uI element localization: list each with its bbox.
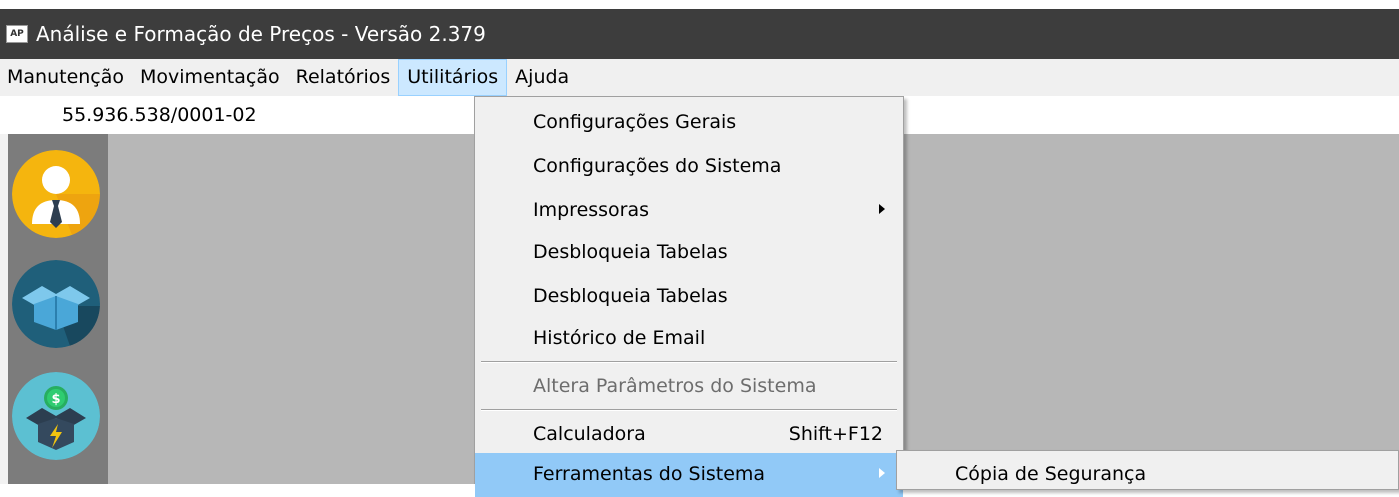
shortcut-label: Shift+F12 [788, 423, 883, 445]
menu-manutencao[interactable]: Manutenção [0, 59, 132, 96]
utilitarios-dropdown: Configurações Gerais Configurações do Si… [474, 96, 904, 497]
menu-relatorios[interactable]: Relatórios [288, 59, 399, 96]
window-title: Análise e Formação de Preços - Versão 2.… [36, 22, 486, 46]
ferramentas-submenu: Cópia de Segurança [896, 450, 1399, 490]
box-icon[interactable] [12, 260, 100, 348]
menu-item-altera-parametros: Altera Parâmetros do Sistema [533, 375, 817, 397]
svg-text:$: $ [51, 392, 60, 407]
title-bar: AP Análise e Formação de Preços - Versão… [0, 9, 1399, 59]
sidebar: $ [8, 134, 108, 484]
menu-item-copia-seguranca[interactable]: Cópia de Segurança [955, 463, 1146, 485]
menu-item-calculadora[interactable]: Calculadora Shift+F12 [475, 413, 903, 457]
submenu-arrow-icon [879, 468, 885, 478]
user-icon[interactable] [12, 150, 100, 238]
menu-item-configuracoes-gerais[interactable]: Configurações Gerais [475, 101, 903, 145]
left-border [0, 134, 8, 484]
menu-item-desbloqueia-tabelas[interactable]: Desbloqueia Tabelas [475, 231, 903, 275]
money-box-icon[interactable]: $ [12, 372, 100, 460]
menu-ajuda[interactable]: Ajuda [507, 59, 577, 96]
app-icon: AP [6, 25, 28, 43]
menu-movimentacao[interactable]: Movimentação [132, 59, 288, 96]
menu-item-impressoras[interactable]: Impressoras [475, 189, 903, 233]
menu-bar: Manutenção Movimentação Relatórios Utili… [0, 59, 1399, 96]
menu-separator [481, 409, 897, 411]
company-cnpj: 55.936.538/0001-02 [62, 104, 257, 126]
menu-item-desbloqueia-tabelas-2[interactable]: Desbloqueia Tabelas [475, 275, 903, 319]
menu-item-configuracoes-sistema[interactable]: Configurações do Sistema [475, 145, 903, 189]
menu-item-ferramentas-sistema[interactable]: Ferramentas do Sistema [475, 453, 903, 497]
menu-item-historico-email[interactable]: Histórico de Email [475, 317, 903, 361]
menu-utilitarios[interactable]: Utilitários [398, 59, 508, 96]
menu-separator [481, 361, 897, 363]
submenu-arrow-icon [879, 204, 885, 214]
